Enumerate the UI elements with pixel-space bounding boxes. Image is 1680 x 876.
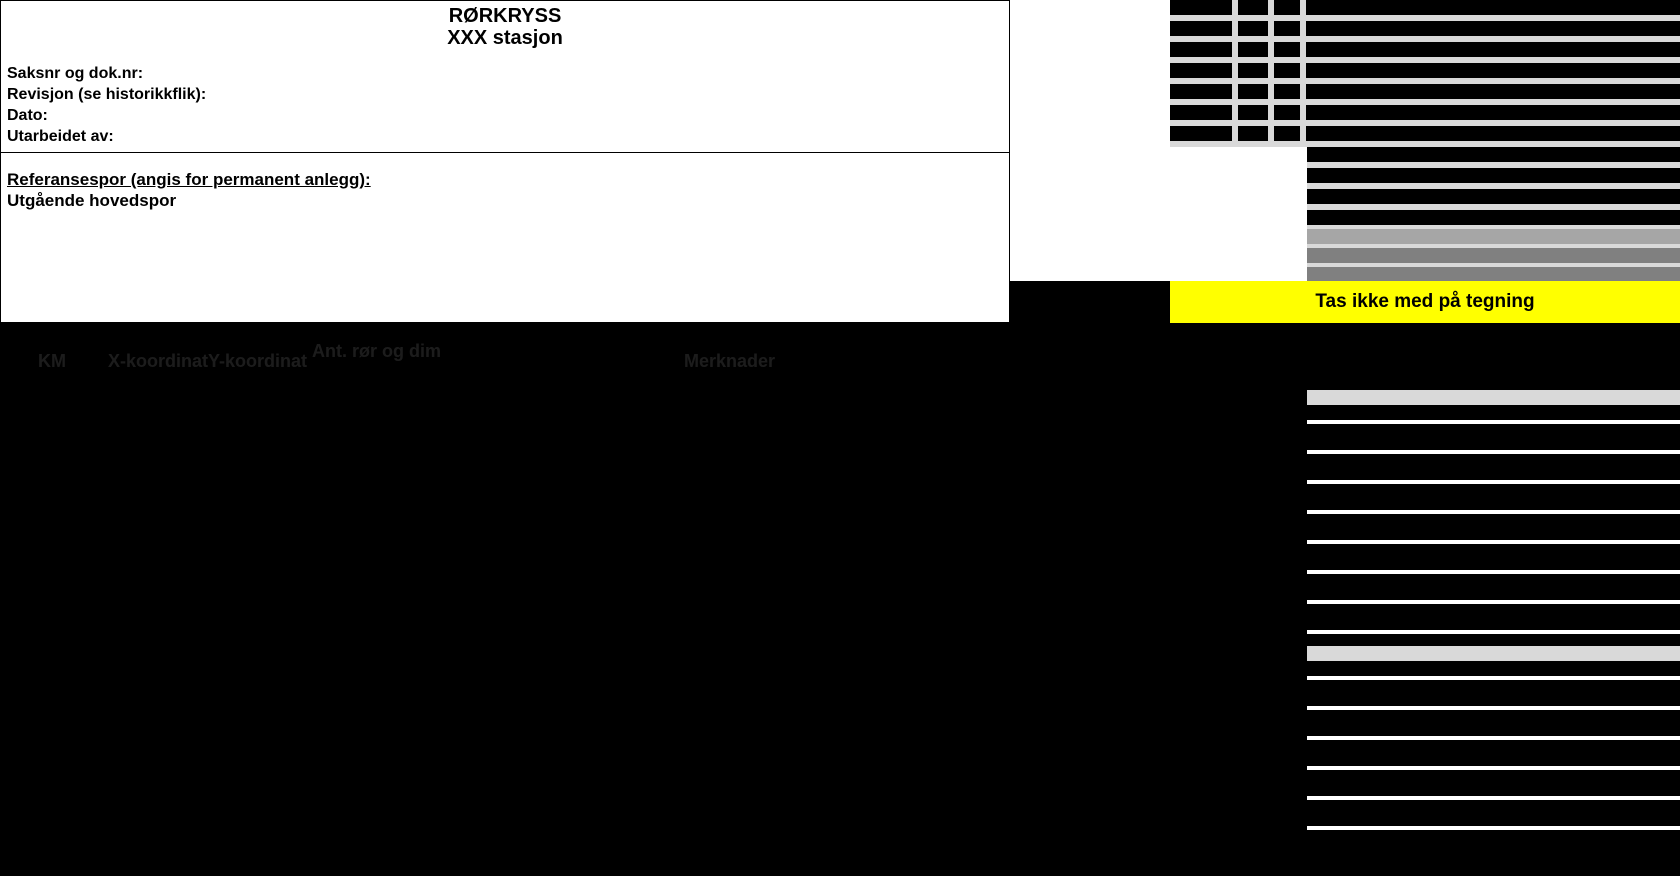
title-main: RØRKRYSS (7, 5, 1003, 27)
stripe-row (1307, 210, 1680, 225)
page-root: RØRKRYSS XXX stasjon Saksnr og dok.nr: R… (0, 0, 1680, 876)
stripe-gap (1307, 510, 1680, 514)
data-header-row: KM X-koordinat Y-koordinat Ant. rør og d… (0, 323, 1680, 393)
yellow-bar: Tas ikke med på tegning (1170, 281, 1680, 323)
stripe-row (1307, 168, 1680, 183)
col-ant: Ant. rør og dim (312, 341, 441, 362)
referansespor-block: Referansespor (angis for permanent anleg… (0, 153, 1010, 323)
col-merk: Merknader (684, 351, 775, 372)
title-sub: XXX stasjon (7, 27, 1003, 49)
stripe-row (1307, 189, 1680, 204)
stripe-row (1170, 0, 1680, 15)
stripe-gap (1307, 676, 1680, 680)
stripe-gap (1307, 736, 1680, 740)
stripe-row-grey (1307, 267, 1680, 281)
stripe-row (1307, 147, 1680, 162)
top-right-stripes (1170, 0, 1680, 281)
label-saksnr: Saksnr og dok.nr: (7, 63, 1003, 84)
stripe-gap (1307, 766, 1680, 770)
stripe-row (1170, 105, 1680, 120)
label-revisjon: Revisjon (se historikkflik): (7, 84, 1003, 105)
stripe-gap (1307, 826, 1680, 830)
stripe-row (1307, 646, 1680, 661)
white-gap-column (1010, 0, 1170, 281)
stripe-gap (1307, 480, 1680, 484)
col-km: KM (38, 351, 66, 372)
stripe-row (1170, 42, 1680, 57)
stripe-gap (1307, 630, 1680, 634)
header-block: RØRKRYSS XXX stasjon Saksnr og dok.nr: R… (0, 0, 1010, 153)
yellow-bar-text: Tas ikke med på tegning (1315, 291, 1534, 312)
stripe-row-grey (1307, 248, 1680, 263)
stripe-row (1307, 390, 1680, 405)
white-cutout (1170, 147, 1307, 281)
stripe-gap (1307, 420, 1680, 424)
stripe-gap (1307, 600, 1680, 604)
stripe-row (1170, 21, 1680, 36)
referansespor-value: Utgående hovedspor (7, 190, 1003, 211)
col-y: Y-koordinat (208, 351, 307, 372)
header-labels: Saksnr og dok.nr: Revisjon (se historikk… (7, 63, 1003, 147)
stripe-row (1170, 63, 1680, 78)
stripe-gap (1307, 540, 1680, 544)
label-dato: Dato: (7, 105, 1003, 126)
referansespor-heading: Referansespor (angis for permanent anleg… (7, 169, 1003, 190)
stripe-row (1170, 84, 1680, 99)
col-x: X-koordinat (108, 351, 208, 372)
lower-right-stripes (1307, 390, 1680, 876)
stripe-gap (1307, 450, 1680, 454)
stripe-gap (1307, 796, 1680, 800)
stripe-gap (1307, 706, 1680, 710)
stripe-row (1170, 126, 1680, 141)
stripe-row-grey (1307, 229, 1680, 244)
label-utarbeidet: Utarbeidet av: (7, 126, 1003, 147)
stripe-gap (1307, 570, 1680, 574)
